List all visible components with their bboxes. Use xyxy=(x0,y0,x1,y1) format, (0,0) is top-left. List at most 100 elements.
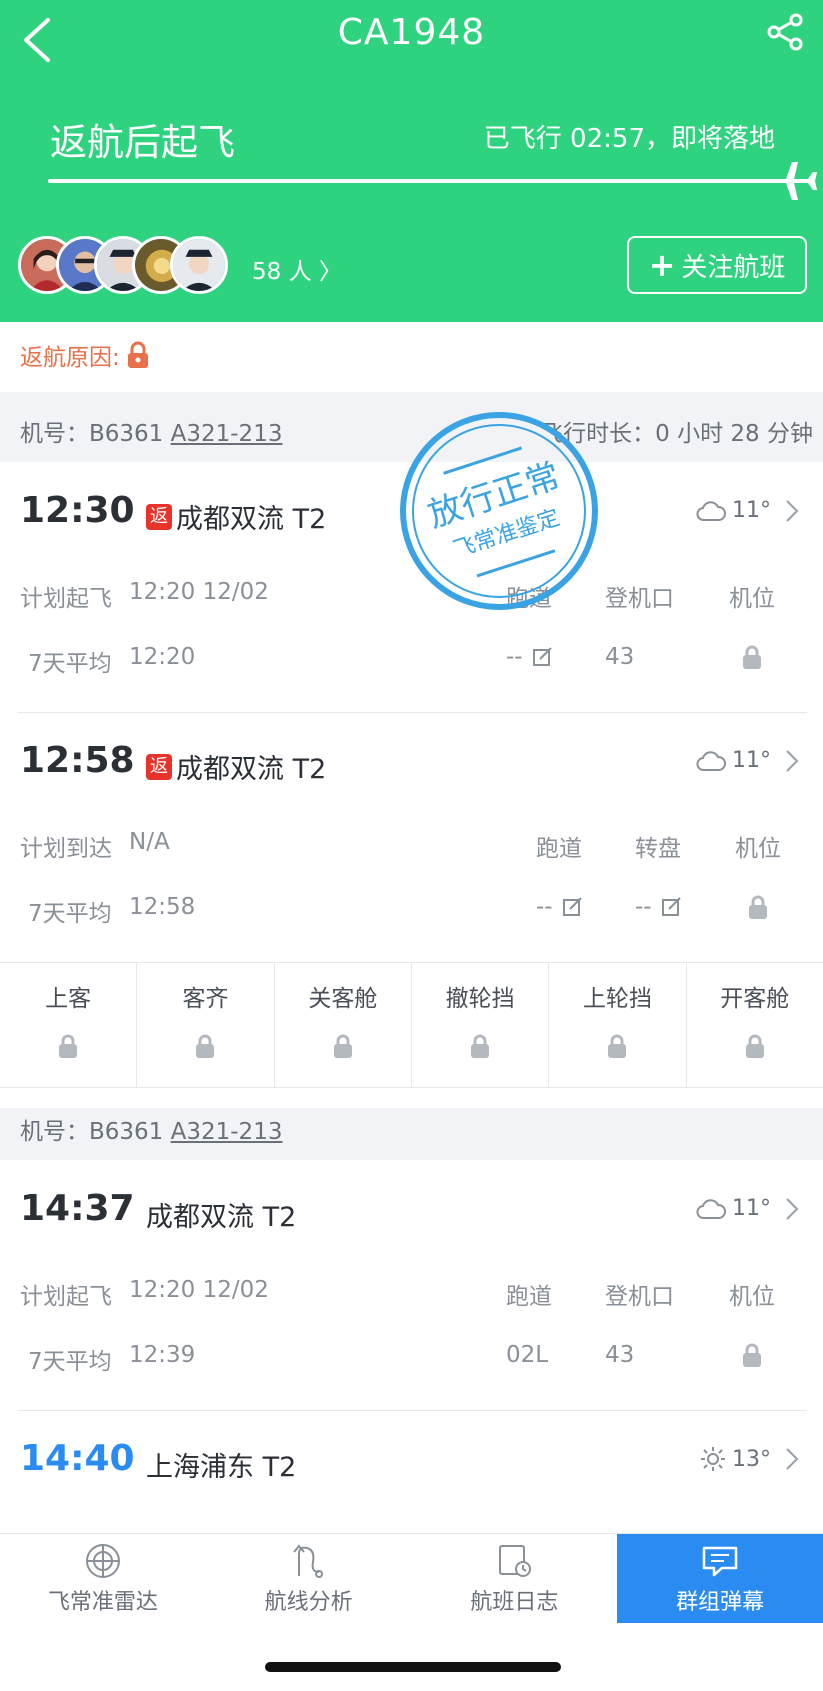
gate-value: 43 xyxy=(605,1342,635,1368)
tab-label: 飞常准雷达 xyxy=(47,1590,158,1615)
plan-label: 计划起飞 xyxy=(20,1284,112,1310)
aircraft-info-bar: 机号：B6361 A321-213 xyxy=(0,1108,823,1160)
temperature: 11° xyxy=(732,1196,771,1221)
temperature: 13° xyxy=(732,1446,771,1472)
chevron-right-icon xyxy=(786,749,799,772)
segment-time: 14:40 xyxy=(20,1438,135,1479)
step-remove-chocks[interactable]: 撤轮挡 xyxy=(412,963,550,1087)
route-icon xyxy=(292,1544,323,1578)
lock-icon xyxy=(745,1034,764,1058)
weather-link[interactable]: 11° xyxy=(696,748,805,773)
weather-link[interactable]: 11° xyxy=(696,1196,805,1221)
segment-airport[interactable]: 返 成都双流 T2 xyxy=(146,497,326,536)
step-place-chocks[interactable]: 上轮挡 xyxy=(549,963,687,1087)
column-label: 转盘 xyxy=(635,836,681,862)
step-close-cabin[interactable]: 关客舱 xyxy=(275,963,412,1087)
chevron-right-icon xyxy=(786,1197,799,1220)
follower-count-link[interactable]: 58 人 〉 xyxy=(252,252,342,286)
plus-icon: + xyxy=(648,246,676,284)
edit-icon xyxy=(532,647,552,666)
tab-label: 航线分析 xyxy=(264,1590,353,1615)
elapsed-time: 已飞行 02:57，即将落地 xyxy=(483,124,775,154)
column-label: 登机口 xyxy=(605,1284,674,1310)
tab-flight-log[interactable]: 航班日志 xyxy=(412,1534,618,1623)
cloud-icon xyxy=(696,1198,726,1219)
return-badge: 返 xyxy=(146,753,172,780)
lock-icon xyxy=(127,341,148,368)
lock-icon xyxy=(608,1034,627,1058)
divider xyxy=(18,1410,807,1411)
lock-icon xyxy=(196,1034,215,1058)
chevron-right-icon xyxy=(786,499,799,522)
step-label: 关客舱 xyxy=(308,986,378,1012)
step-label: 撤轮挡 xyxy=(445,986,515,1012)
column-label: 机位 xyxy=(729,586,775,612)
share-icon[interactable] xyxy=(765,12,805,52)
step-boarding[interactable]: 上客 xyxy=(0,963,138,1087)
tab-route-analysis[interactable]: 航线分析 xyxy=(206,1534,412,1623)
aircraft-model-link[interactable]: A321-213 xyxy=(171,421,283,447)
log-icon xyxy=(499,1545,532,1577)
runway-value[interactable]: -- xyxy=(536,894,583,920)
carousel-value[interactable]: -- xyxy=(635,894,682,920)
edit-icon xyxy=(562,897,582,916)
airplane-icon xyxy=(774,162,817,200)
divider xyxy=(18,712,807,713)
follow-flight-button[interactable]: + 关注航班 xyxy=(627,236,807,294)
radar-icon xyxy=(85,1544,120,1578)
aircraft-info: 机号：B6361 A321-213 xyxy=(20,1112,282,1146)
temperature: 11° xyxy=(732,748,771,773)
lock-icon xyxy=(743,645,761,669)
return-badge: 返 xyxy=(146,503,172,530)
temperature: 11° xyxy=(732,498,771,523)
plan-value: 12:20 12/02 xyxy=(129,579,269,605)
flight-header: CA1948 返航后起飞 已飞行 02:57，即将落地 58 人 〉 + 关注航… xyxy=(0,0,823,322)
segment-airport[interactable]: 上海浦东 T2 xyxy=(146,1445,296,1484)
lock-icon xyxy=(59,1034,78,1058)
aircraft-model-link[interactable]: A321-213 xyxy=(171,1119,283,1145)
tab-radar[interactable]: 飞常准雷达 xyxy=(0,1534,206,1623)
plan-value: 12:20 12/02 xyxy=(129,1277,269,1303)
step-label: 客齐 xyxy=(182,986,229,1012)
aircraft-info: 机号：B6361 A321-213 xyxy=(20,414,282,448)
step-label: 上客 xyxy=(45,986,92,1012)
plan-label: 计划到达 xyxy=(20,836,112,862)
airport-name: 成都双流 T2 xyxy=(176,754,327,785)
avg-value: 12:20 xyxy=(129,644,196,670)
chevron-right-icon: 〉 xyxy=(318,259,342,285)
chat-icon xyxy=(702,1546,738,1577)
avg-label: 7天平均 xyxy=(28,901,112,927)
chevron-right-icon xyxy=(786,1448,799,1470)
lock-icon xyxy=(743,1343,761,1367)
avatar xyxy=(170,236,228,294)
segment-airport[interactable]: 成都双流 T2 xyxy=(146,1195,296,1234)
tab-label: 航班日志 xyxy=(470,1590,559,1615)
gate-value: 43 xyxy=(605,644,635,670)
follower-count: 58 人 xyxy=(252,259,312,285)
progress-line xyxy=(48,179,790,183)
segment-airport[interactable]: 返 成都双流 T2 xyxy=(146,747,326,786)
step-open-cabin[interactable]: 开客舱 xyxy=(687,963,823,1087)
airport-name: 上海浦东 T2 xyxy=(146,1452,297,1483)
follow-flight-label: 关注航班 xyxy=(681,252,786,283)
tab-group-chat[interactable]: 群组弹幕 xyxy=(617,1534,823,1623)
runway-value[interactable]: -- xyxy=(506,644,553,670)
avg-label: 7天平均 xyxy=(28,651,112,677)
step-all-aboard[interactable]: 客齐 xyxy=(137,963,275,1087)
step-label: 上轮挡 xyxy=(582,986,652,1012)
weather-link[interactable]: 13° xyxy=(700,1446,805,1472)
cloud-icon xyxy=(696,750,726,771)
return-reason[interactable]: 返航原因: xyxy=(20,338,150,372)
aircraft-reg: B6361 xyxy=(89,1119,164,1145)
segment-time: 14:37 xyxy=(20,1188,135,1229)
runway-value: 02L xyxy=(506,1342,549,1368)
carousel-text: -- xyxy=(635,894,652,920)
weather-link[interactable]: 11° xyxy=(696,498,805,523)
lock-icon xyxy=(333,1034,352,1058)
cloud-icon xyxy=(696,500,726,521)
flight-status: 返航后起飞 xyxy=(50,121,235,164)
tab-label: 群组弹幕 xyxy=(676,1590,765,1615)
column-label: 跑道 xyxy=(536,836,582,862)
runway-text: -- xyxy=(536,894,553,920)
column-label: 跑道 xyxy=(506,1284,552,1310)
